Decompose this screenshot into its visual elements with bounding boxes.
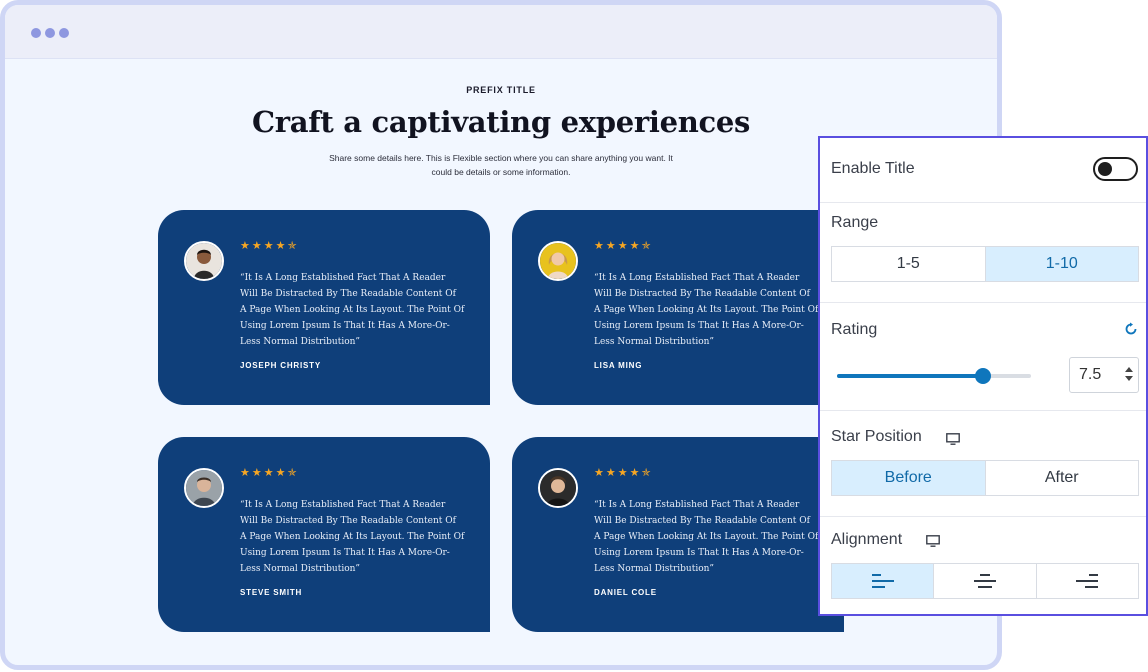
align-right-button[interactable] xyxy=(1037,564,1138,598)
enable-title-label: Enable Title xyxy=(831,160,915,177)
range-segmented-control: 1-5 1-10 xyxy=(831,246,1139,282)
align-right-icon xyxy=(1076,574,1099,588)
spinner-arrows-icon[interactable] xyxy=(1124,364,1134,384)
divider xyxy=(820,516,1146,517)
rating-stars: ★★★★✯ xyxy=(594,467,653,479)
desktop-icon[interactable] xyxy=(926,535,940,547)
align-left-button[interactable] xyxy=(832,564,935,598)
testimonial-card: ★★★★✯ “It Is A Long Established Fact Tha… xyxy=(512,437,844,632)
testimonial-author: DANIEL COLE xyxy=(594,588,657,597)
avatar xyxy=(184,241,224,281)
align-left-icon xyxy=(871,574,894,588)
slider-handle[interactable] xyxy=(974,368,991,384)
range-option-1-10[interactable]: 1-10 xyxy=(985,247,1138,281)
testimonial-quote: “It Is A Long Established Fact That A Re… xyxy=(594,500,819,574)
star-position-before[interactable]: Before xyxy=(832,461,986,495)
star-position-label: Star Position xyxy=(831,428,922,445)
divider xyxy=(820,202,1146,203)
testimonial-card: ★★★★✯ “It Is A Long Established Fact Tha… xyxy=(158,210,490,405)
align-center-button[interactable] xyxy=(934,564,1037,598)
testimonial-author: STEVE SMITH xyxy=(240,588,303,597)
rating-number-input[interactable]: 7.5 xyxy=(1069,357,1139,393)
page-title: Craft a captivating experiences xyxy=(251,105,751,139)
divider xyxy=(820,302,1146,303)
testimonial-author: JOSEPH CHRISTY xyxy=(240,361,321,370)
window-dot xyxy=(45,28,55,38)
rating-stars: ★★★★✯ xyxy=(240,467,299,479)
alignment-label: Alignment xyxy=(831,531,903,548)
testimonial-quote: “It Is A Long Established Fact That A Re… xyxy=(240,273,465,347)
settings-panel: Enable Title Range 1-5 1-10 Rating 7.5 S… xyxy=(818,136,1148,616)
range-option-1-5[interactable]: 1-5 xyxy=(832,247,986,281)
range-label: Range xyxy=(831,214,879,231)
star-position-segmented-control: Before After xyxy=(831,460,1139,496)
window-dot xyxy=(59,28,69,38)
star-position-after[interactable]: After xyxy=(986,461,1139,495)
rating-stars: ★★★★✯ xyxy=(594,240,653,252)
prefix-title: PREFIX TITLE xyxy=(466,85,536,95)
alignment-segmented-control xyxy=(831,563,1139,599)
avatar xyxy=(184,468,224,508)
testimonial-card: ★★★★✯ “It Is A Long Established Fact Tha… xyxy=(512,210,844,405)
testimonial-author: LISA MING xyxy=(594,361,643,370)
rating-label: Rating xyxy=(831,321,878,338)
window-dot xyxy=(31,28,41,38)
rating-stars: ★★★★✯ xyxy=(240,240,299,252)
rating-slider[interactable] xyxy=(837,368,1031,384)
testimonial-quote: “It Is A Long Established Fact That A Re… xyxy=(240,500,465,574)
avatar xyxy=(538,241,578,281)
divider xyxy=(820,410,1146,411)
desktop-icon[interactable] xyxy=(946,433,960,445)
align-center-icon xyxy=(973,574,996,588)
page-description: Share some details here. This is Flexibl… xyxy=(329,153,673,177)
slider-fill xyxy=(837,374,983,378)
toggle-knob xyxy=(1098,162,1112,176)
enable-title-toggle[interactable] xyxy=(1093,157,1138,181)
testimonial-quote: “It Is A Long Established Fact That A Re… xyxy=(594,273,819,347)
testimonial-card: ★★★★✯ “It Is A Long Established Fact Tha… xyxy=(158,437,490,632)
avatar xyxy=(538,468,578,508)
rating-value: 7.5 xyxy=(1079,366,1102,383)
browser-title-bar xyxy=(5,5,997,59)
reset-icon[interactable] xyxy=(1124,322,1138,336)
